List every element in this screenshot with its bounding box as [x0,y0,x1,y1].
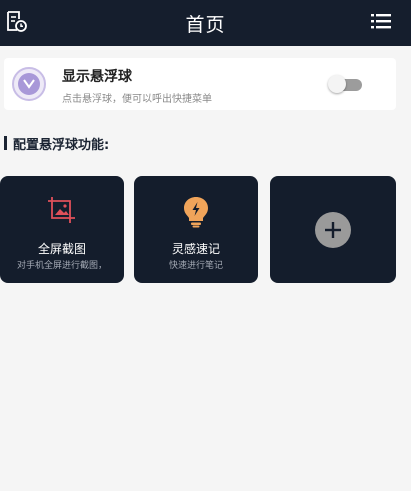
page-title: 首页 [185,14,226,36]
floating-ball-setting-card: 显示悬浮球 点击悬浮球，便可以呼出快捷菜单 [4,58,396,110]
floating-ball-logo-icon [12,67,46,101]
section-header: 配置悬浮球功能: [4,135,110,153]
lightbulb-icon [183,196,209,232]
floating-ball-description: 点击悬浮球，便可以呼出快捷菜单 [62,94,212,105]
app-header: 首页 [0,0,411,46]
add-function-tile[interactable] [270,176,396,283]
function-description: 对手机全屏进行截图， [16,261,107,271]
function-label: 灵感速记 [171,242,220,256]
list-menu-icon[interactable] [371,12,391,30]
function-label: 全屏截图 [37,242,86,256]
function-tile-screenshot[interactable]: 全屏截图 对手机全屏进行截图， [0,176,124,283]
toggle-knob [328,75,346,93]
section-title: 配置悬浮球功能: [13,137,110,153]
screenshot-crop-icon [47,196,77,228]
floating-ball-title: 显示悬浮球 [62,69,132,85]
function-description: 快速进行笔记 [168,261,223,271]
section-accent-bar [4,136,7,150]
add-icon [315,211,351,248]
function-tile-quick-note[interactable]: 灵感速记 快速进行笔记 [134,176,258,283]
floating-ball-toggle[interactable] [328,75,362,93]
